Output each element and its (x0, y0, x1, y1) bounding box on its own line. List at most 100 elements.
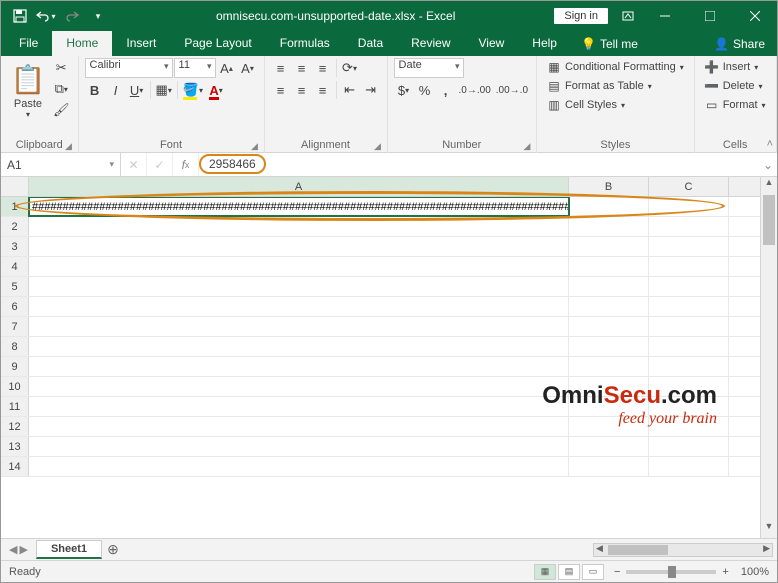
row-header[interactable]: 10 (1, 377, 29, 396)
tab-view[interactable]: View (465, 31, 519, 56)
row-header[interactable]: 6 (1, 297, 29, 316)
cell[interactable] (29, 277, 569, 296)
sheet-tab[interactable]: Sheet1 (36, 540, 102, 559)
maximize-button[interactable] (687, 1, 732, 31)
paste-button[interactable]: 📋 Paste▾ (7, 58, 49, 124)
cut-button[interactable]: ✂ (51, 58, 72, 78)
row-header[interactable]: 2 (1, 217, 29, 236)
qat-customize-icon[interactable]: ▾ (87, 5, 109, 27)
font-name-select[interactable]: Calibri (85, 58, 173, 78)
tab-help[interactable]: Help (518, 31, 571, 56)
enter-formula-icon[interactable]: ✓ (147, 153, 173, 176)
tab-formulas[interactable]: Formulas (266, 31, 344, 56)
column-header-b[interactable]: B (569, 177, 649, 196)
tab-home[interactable]: Home (52, 31, 112, 56)
format-cells-button[interactable]: ▭Format▾ (701, 96, 770, 114)
align-right-button[interactable]: ≡ (313, 80, 333, 100)
percent-format-button[interactable]: % (415, 80, 435, 100)
cell[interactable] (569, 277, 649, 296)
share-button[interactable]: 👤Share (702, 31, 777, 56)
row-header[interactable]: 11 (1, 397, 29, 416)
decrease-indent-button[interactable]: ⇤ (340, 80, 360, 100)
clipboard-launcher-icon[interactable]: ◢ (64, 141, 74, 151)
tab-page-layout[interactable]: Page Layout (170, 31, 265, 56)
bold-button[interactable]: B (85, 80, 105, 100)
decrease-decimal-button[interactable]: .00→.0 (494, 80, 530, 100)
scroll-left-icon[interactable]: ◀ (596, 543, 603, 554)
increase-indent-button[interactable]: ⇥ (361, 80, 381, 100)
copy-button[interactable]: ⧉▾ (51, 79, 72, 99)
cell[interactable] (649, 357, 729, 376)
horizontal-scrollbar[interactable]: ◀ ▶ (593, 543, 773, 557)
cell[interactable] (29, 417, 569, 436)
accounting-format-button[interactable]: $▾ (394, 80, 414, 100)
cell[interactable] (649, 277, 729, 296)
row-header[interactable]: 14 (1, 457, 29, 476)
format-painter-button[interactable]: 🖌 (51, 100, 72, 120)
cell[interactable] (569, 377, 649, 396)
sheet-nav-next-icon[interactable]: ▶ (19, 543, 27, 556)
cell[interactable] (569, 237, 649, 256)
ribbon-display-options-icon[interactable] (614, 2, 642, 30)
borders-button[interactable]: ▦▾ (154, 80, 174, 100)
sheet-nav-prev-icon[interactable]: ◀ (9, 543, 17, 556)
italic-button[interactable]: I (106, 80, 126, 100)
cell[interactable] (649, 317, 729, 336)
redo-button[interactable] (61, 5, 83, 27)
row-header[interactable]: 12 (1, 417, 29, 436)
page-break-view-button[interactable]: ▭ (582, 564, 604, 580)
scroll-thumb[interactable] (763, 195, 775, 245)
sign-in-button[interactable]: Sign in (554, 8, 608, 24)
select-all-button[interactable] (1, 177, 29, 196)
cell[interactable] (569, 197, 649, 216)
cell[interactable] (569, 357, 649, 376)
undo-button[interactable]: ▾ (35, 5, 57, 27)
row-header[interactable]: 1 (1, 197, 29, 216)
column-header-c[interactable]: C (649, 177, 729, 196)
cell[interactable] (649, 297, 729, 316)
cell[interactable] (569, 417, 649, 436)
align-middle-button[interactable]: ≡ (292, 58, 312, 78)
zoom-slider[interactable] (626, 570, 716, 574)
cell[interactable] (569, 297, 649, 316)
name-box[interactable]: A1▾ (1, 153, 121, 176)
alignment-launcher-icon[interactable]: ◢ (373, 141, 383, 151)
align-bottom-button[interactable]: ≡ (313, 58, 333, 78)
cell-styles-button[interactable]: ▥Cell Styles▾ (543, 96, 688, 114)
row-header[interactable]: 4 (1, 257, 29, 276)
cell[interactable] (569, 397, 649, 416)
cell-a1[interactable]: ########################################… (29, 197, 569, 216)
cell[interactable] (649, 197, 729, 216)
align-top-button[interactable]: ≡ (271, 58, 291, 78)
row-header[interactable]: 7 (1, 317, 29, 336)
number-format-select[interactable]: Date (394, 58, 464, 78)
cell[interactable] (29, 317, 569, 336)
collapse-ribbon-icon[interactable]: ˄ (767, 138, 773, 150)
cell[interactable] (29, 397, 569, 416)
underline-button[interactable]: U▾ (127, 80, 147, 100)
save-icon[interactable] (9, 5, 31, 27)
row-header[interactable]: 3 (1, 237, 29, 256)
insert-cells-button[interactable]: ➕Insert▾ (701, 58, 770, 76)
cell[interactable] (569, 337, 649, 356)
row-header[interactable]: 13 (1, 437, 29, 456)
page-layout-view-button[interactable]: ▤ (558, 564, 580, 580)
cell[interactable] (649, 257, 729, 276)
orientation-button[interactable]: ⟳▾ (340, 58, 360, 78)
new-sheet-button[interactable]: ⊕ (102, 541, 124, 558)
row-header[interactable]: 8 (1, 337, 29, 356)
cell[interactable] (649, 217, 729, 236)
zoom-level[interactable]: 100% (741, 566, 769, 578)
formula-input[interactable]: 2958466 (199, 153, 759, 176)
row-header[interactable]: 5 (1, 277, 29, 296)
cell[interactable] (569, 437, 649, 456)
delete-cells-button[interactable]: ➖Delete▾ (701, 77, 770, 95)
cell[interactable] (29, 237, 569, 256)
number-launcher-icon[interactable]: ◢ (522, 141, 532, 151)
comma-format-button[interactable]: , (436, 80, 456, 100)
align-center-button[interactable]: ≡ (292, 80, 312, 100)
cell[interactable] (29, 217, 569, 236)
minimize-button[interactable] (642, 1, 687, 31)
vertical-scrollbar[interactable]: ▲ ▼ (760, 177, 777, 538)
close-button[interactable] (732, 1, 777, 31)
